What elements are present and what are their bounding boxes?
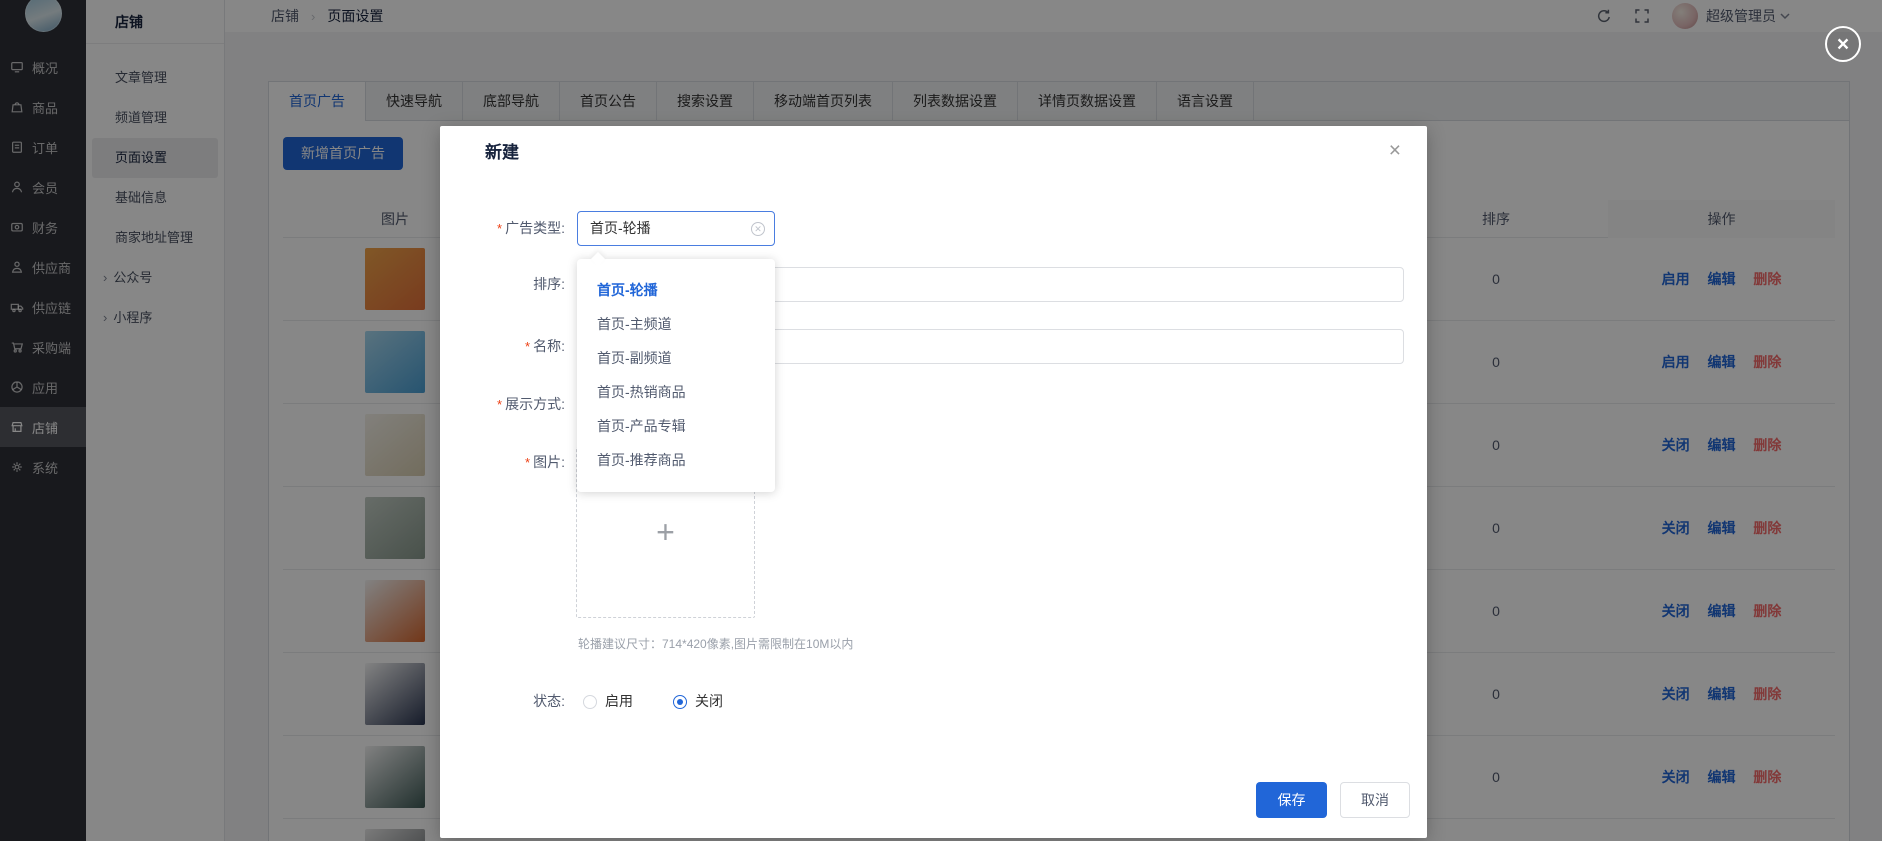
status-label: 状态: (440, 684, 565, 719)
modal-title: 新建 (485, 138, 519, 163)
ad-type-value: 首页-轮播 (590, 220, 651, 236)
app-root: 概况 商品 订单 会员 财务 供应商 (0, 0, 1882, 841)
image-label: 图片: (533, 454, 565, 470)
plus-icon: + (656, 514, 675, 551)
ad-type-dropdown: 首页-轮播 首页-主频道 首页-副频道 首页-热销商品 首页-产品专辑 首页-推… (577, 259, 775, 492)
ad-type-select[interactable]: 首页-轮播 ✕ (577, 211, 775, 246)
required-mark: * (525, 455, 530, 470)
required-mark: * (497, 397, 502, 412)
status-field: 状态: 启用 关闭 (440, 684, 1427, 719)
clear-icon[interactable]: ✕ (751, 222, 765, 236)
modal-close-icon[interactable]: × (1389, 140, 1401, 161)
dropdown-option[interactable]: 首页-主频道 (577, 307, 775, 341)
upload-hint: 轮播建议尺寸：714*420像素,图片需限制在10M以内 (578, 635, 853, 652)
radio-checked-icon (673, 695, 687, 709)
sort-label: 排序: (440, 267, 565, 302)
ad-type-field: *广告类型: 首页-轮播 ✕ (440, 211, 1427, 246)
cancel-button[interactable]: 取消 (1340, 782, 1410, 818)
required-mark: * (497, 221, 502, 236)
display-mode-label: 展示方式: (505, 396, 565, 412)
status-radio-enable[interactable]: 启用 (583, 684, 633, 719)
outer-close-button[interactable]: × (1825, 26, 1861, 62)
dropdown-option[interactable]: 首页-副频道 (577, 341, 775, 375)
dropdown-option[interactable]: 首页-推荐商品 (577, 443, 775, 477)
required-mark: * (525, 339, 530, 354)
save-button[interactable]: 保存 (1256, 782, 1327, 818)
dropdown-option[interactable]: 首页-产品专辑 (577, 409, 775, 443)
dropdown-option[interactable]: 首页-热销商品 (577, 375, 775, 409)
radio-unchecked-icon (583, 695, 597, 709)
name-label: 名称: (533, 338, 565, 354)
ad-type-label: 广告类型: (505, 220, 565, 236)
dropdown-option[interactable]: 首页-轮播 (577, 273, 775, 307)
status-radio-disable[interactable]: 关闭 (673, 684, 723, 719)
